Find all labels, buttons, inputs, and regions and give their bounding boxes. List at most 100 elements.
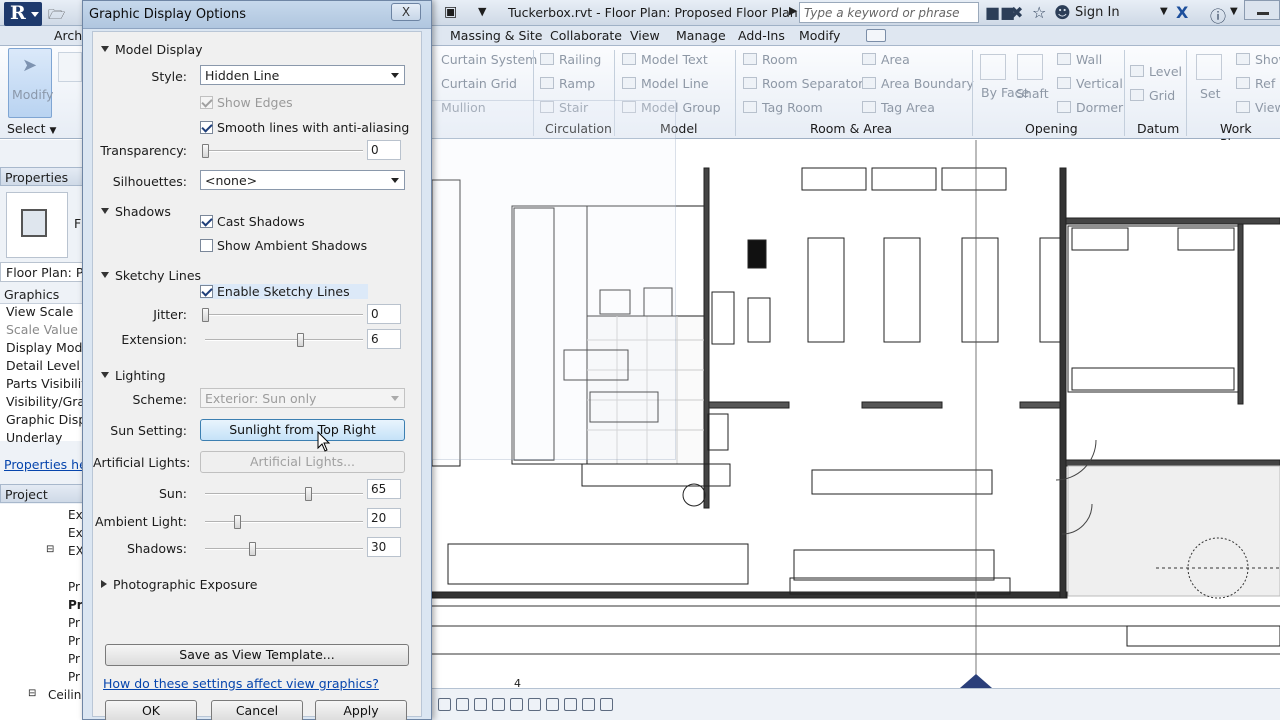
extension-slider[interactable] bbox=[205, 333, 363, 347]
jitter-value[interactable]: 0 bbox=[367, 304, 401, 324]
prop-underlay[interactable]: Underlay bbox=[6, 430, 62, 445]
tab-modify[interactable]: Modify bbox=[799, 28, 840, 43]
tab-massing-site[interactable]: Massing & Site bbox=[450, 28, 543, 43]
sun-value[interactable]: 65 bbox=[367, 479, 401, 499]
tag-area-button[interactable]: Tag Area bbox=[862, 100, 935, 115]
tab-architecture[interactable]: Arch bbox=[54, 28, 82, 43]
level-button[interactable]: Level bbox=[1130, 64, 1182, 79]
tree-expand-icon[interactable]: ⊟ bbox=[28, 688, 36, 699]
slider-thumb[interactable] bbox=[202, 144, 209, 158]
by-face-button[interactable]: By Face bbox=[981, 86, 1029, 100]
communication-center-icon[interactable]: ✖ bbox=[1010, 3, 1023, 22]
tree-item[interactable]: Pr bbox=[68, 634, 80, 648]
prop-parts-visibility[interactable]: Parts Visibility bbox=[6, 376, 94, 391]
tab-manage[interactable]: Manage bbox=[676, 28, 726, 43]
enable-sketchy-lines-checkbox[interactable]: Enable Sketchy Lines bbox=[200, 284, 368, 299]
tree-item[interactable]: Pr bbox=[68, 580, 80, 594]
ambient-shadows-checkbox[interactable]: Show Ambient Shadows bbox=[200, 238, 367, 253]
sun-slider[interactable] bbox=[205, 487, 363, 501]
sketchy-lines-section[interactable]: Sketchy Lines bbox=[101, 268, 201, 283]
curtain-system-button[interactable]: Curtain System bbox=[441, 52, 537, 67]
switch-windows-icon[interactable]: ▣ bbox=[444, 4, 457, 20]
shaft-button[interactable]: Shaft bbox=[1016, 86, 1049, 101]
cast-shadows-checkbox[interactable]: Cast Shadows bbox=[200, 214, 305, 229]
show-edges-checkbox[interactable]: Show Edges bbox=[200, 95, 293, 110]
sun-setting-button[interactable]: Sunlight from Top Right bbox=[200, 419, 405, 441]
user-icon[interactable]: ☻ bbox=[1054, 3, 1071, 22]
transparency-value[interactable]: 0 bbox=[367, 140, 401, 160]
dialog-title-bar[interactable]: Graphic Display Options X bbox=[83, 1, 431, 29]
tab-collaborate[interactable]: Collaborate bbox=[550, 28, 622, 43]
minimize-ribbon-button[interactable] bbox=[866, 29, 886, 42]
grid-button[interactable]: Grid bbox=[1130, 88, 1175, 103]
prop-view-scale[interactable]: View Scale bbox=[6, 304, 73, 319]
show-crop-icon[interactable] bbox=[546, 698, 559, 711]
tree-item[interactable]: Pr bbox=[68, 652, 80, 666]
minimize-button[interactable] bbox=[1244, 0, 1280, 20]
model-line-button[interactable]: Model Line bbox=[622, 76, 709, 91]
slider-thumb[interactable] bbox=[296, 333, 304, 347]
lighting-section[interactable]: Lighting bbox=[101, 368, 166, 383]
slider-thumb[interactable] bbox=[202, 308, 209, 322]
apply-button[interactable]: Apply bbox=[315, 700, 407, 720]
prop-detail-level[interactable]: Detail Level bbox=[6, 358, 80, 373]
photographic-exposure-section[interactable]: Photographic Exposure bbox=[101, 577, 257, 592]
wall-tool-icon[interactable] bbox=[58, 52, 82, 82]
viewer-button[interactable]: View bbox=[1236, 100, 1280, 115]
slider-thumb[interactable] bbox=[233, 515, 241, 529]
ref-plane-button[interactable]: Ref bbox=[1236, 76, 1275, 91]
temporary-hide-icon[interactable] bbox=[564, 698, 577, 711]
silhouettes-select[interactable]: <none> bbox=[200, 170, 405, 190]
tree-item-active[interactable]: Pr bbox=[68, 598, 83, 612]
exchange-apps-icon[interactable]: X bbox=[1176, 3, 1188, 22]
search-input[interactable]: Type a keyword or phrase bbox=[799, 2, 979, 23]
extension-value[interactable]: 6 bbox=[367, 329, 401, 349]
shadows-icon[interactable] bbox=[510, 698, 523, 711]
room-separator-button[interactable]: Room Separator bbox=[743, 76, 863, 91]
ambient-light-slider[interactable] bbox=[205, 515, 363, 529]
tree-item[interactable]: Ex bbox=[68, 508, 83, 522]
title-overflow-icon[interactable]: ▶ bbox=[789, 4, 797, 17]
type-selector-preview[interactable] bbox=[6, 192, 68, 258]
open-icon[interactable]: 🗁 bbox=[48, 4, 65, 23]
cancel-button[interactable]: Cancel bbox=[211, 700, 303, 720]
close-button[interactable]: X bbox=[391, 3, 421, 21]
vertical-opening-button[interactable]: Vertical bbox=[1057, 76, 1123, 91]
ramp-button[interactable]: Ramp bbox=[540, 76, 595, 91]
curtain-grid-button[interactable]: Curtain Grid bbox=[441, 76, 517, 91]
prop-visibility-graphics[interactable]: Visibility/Grap bbox=[6, 394, 93, 409]
prop-graphic-display[interactable]: Graphic Displ bbox=[6, 412, 90, 427]
view-type-dropdown[interactable]: Floor Plan: Pro bbox=[0, 262, 85, 282]
dormer-button[interactable]: Dormer bbox=[1057, 100, 1123, 115]
analytical-model-icon[interactable] bbox=[600, 698, 613, 711]
settings-help-link[interactable]: How do these settings affect view graphi… bbox=[103, 676, 379, 691]
select-dropdown[interactable]: Select ▼ bbox=[7, 121, 56, 136]
tree-item[interactable]: Pr bbox=[68, 670, 80, 684]
model-display-section[interactable]: Model Display bbox=[101, 42, 203, 57]
slider-thumb[interactable] bbox=[304, 487, 312, 501]
revit-application-menu-icon[interactable]: R bbox=[4, 2, 42, 26]
model-text-button[interactable]: Model Text bbox=[622, 52, 708, 67]
sun-path-icon[interactable] bbox=[492, 698, 505, 711]
prop-display-model[interactable]: Display Mode bbox=[6, 340, 90, 355]
set-work-plane-button[interactable]: Set bbox=[1200, 86, 1221, 101]
tree-item[interactable]: Ex bbox=[68, 526, 83, 540]
help-dropdown-icon[interactable]: ▼ bbox=[1230, 6, 1238, 17]
transparency-slider[interactable] bbox=[202, 144, 363, 158]
area-button[interactable]: Area bbox=[862, 52, 910, 67]
detail-level-icon[interactable] bbox=[456, 698, 469, 711]
tree-item[interactable]: Pr bbox=[68, 616, 80, 630]
favorites-star-icon[interactable]: ☆ bbox=[1032, 3, 1046, 22]
artificial-lights-button[interactable]: Artificial Lights... bbox=[200, 451, 405, 473]
jitter-slider[interactable] bbox=[202, 308, 363, 322]
wall-opening-button[interactable]: Wall bbox=[1057, 52, 1102, 67]
smooth-lines-checkbox[interactable]: Smooth lines with anti-aliasing bbox=[200, 120, 409, 135]
slider-thumb[interactable] bbox=[249, 542, 257, 556]
help-icon[interactable]: ⓘ bbox=[1210, 3, 1226, 27]
show-work-plane-button[interactable]: Show bbox=[1236, 52, 1280, 67]
crop-view-icon[interactable] bbox=[528, 698, 541, 711]
style-select[interactable]: Hidden Line bbox=[200, 65, 405, 85]
reveal-hidden-icon[interactable] bbox=[582, 698, 595, 711]
room-button[interactable]: Room bbox=[743, 52, 798, 67]
tag-room-button[interactable]: Tag Room bbox=[743, 100, 823, 115]
